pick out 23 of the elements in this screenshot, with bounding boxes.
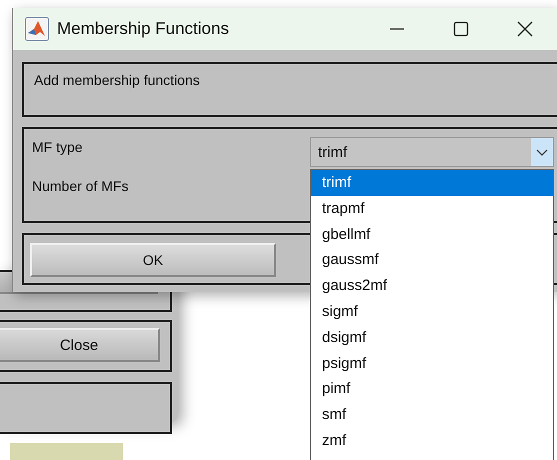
- mf-type-dropdown[interactable]: trimf: [310, 137, 554, 167]
- chevron-down-icon: [536, 148, 548, 156]
- window-title: Membership Functions: [57, 19, 230, 39]
- dropdown-option[interactable]: smf: [311, 402, 553, 428]
- dropdown-option[interactable]: trimf: [311, 170, 553, 196]
- close-button[interactable]: Close: [0, 328, 160, 362]
- field-label: Number of MFs: [32, 178, 128, 194]
- app-logo-icon: [25, 17, 49, 41]
- dropdown-value: trimf: [318, 144, 348, 160]
- dropdown-option[interactable]: trapmf: [311, 196, 553, 222]
- field-label: MF type: [32, 139, 83, 155]
- dropdown-option[interactable]: dsigmf: [311, 324, 553, 351]
- dropdown-option[interactable]: psigmf: [311, 350, 553, 376]
- close-icon[interactable]: [517, 21, 533, 37]
- dropdown-option[interactable]: pimf: [311, 376, 553, 402]
- header-text: Add membership functions: [34, 72, 200, 88]
- maximize-icon[interactable]: [453, 21, 469, 37]
- dropdown-option[interactable]: gauss2mf: [311, 273, 553, 299]
- dropdown-option[interactable]: gbellmf: [311, 222, 553, 248]
- dropdown-option[interactable]: gaussmf: [311, 247, 553, 274]
- dropdown-option[interactable]: zmf: [311, 428, 553, 454]
- dropdown-option[interactable]: sigmf: [311, 298, 553, 325]
- ok-button[interactable]: OK: [30, 243, 276, 277]
